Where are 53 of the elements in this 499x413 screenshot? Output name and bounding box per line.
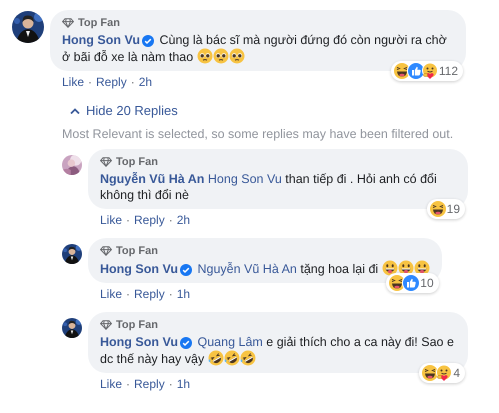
separator-dot: · [126,213,130,227]
author-name[interactable]: Nguyễn Vũ Hà An [100,172,204,186]
hugging-face-reaction-icon [420,62,439,80]
top-fan-label: Top Fan [116,318,158,330]
separator-dot: · [88,75,92,89]
diamond-icon [100,320,112,330]
action-link[interactable]: Reply [134,377,165,391]
action-link[interactable]: Like [100,287,122,301]
timestamp[interactable]: 2h [138,75,152,89]
separator-dot: · [168,377,173,391]
action-link[interactable]: Reply [96,75,127,89]
mention-link[interactable]: Quang Lâm [197,335,263,349]
filter-note: Most Relevant is selected, so some replies may have been filtered out. [62,127,454,141]
laughing-face-icon [240,350,256,366]
separator-dot: · [168,213,173,227]
timestamp[interactable]: 2h [176,213,190,227]
laughing-face-icon [208,350,224,366]
pleading-face-icon [196,48,213,64]
hide-replies-button[interactable]: Hide 20 Replies [70,103,178,118]
separator-dot: · [126,377,130,391]
action-link[interactable]: Like [100,213,122,227]
diamond-icon [100,246,112,256]
thumbs-up-reaction-icon [402,274,420,292]
action-link[interactable]: Like [62,75,84,89]
tongue-face-icon [382,260,398,276]
reaction-summary[interactable]: 4 [419,363,465,383]
top-fan-label: Top Fan [116,244,158,256]
separator-dot: · [168,287,173,301]
timestamp[interactable]: 1h [176,377,190,391]
author-name[interactable]: Hong Son Vu [62,33,140,47]
diamond-icon [100,156,112,166]
top-fan-label: Top Fan [116,156,158,168]
author-name[interactable]: Hong Son Vu [100,335,178,349]
mention-link[interactable]: Hong Son Vu [208,172,282,186]
reaction-summary[interactable]: 112 [390,61,463,81]
pleading-face-icon [212,48,229,64]
mention-link[interactable]: Nguyễn Vũ Hà An [197,262,297,276]
action-link[interactable]: Reply [134,213,165,227]
diamond-icon [62,18,74,28]
laughing-face-icon [224,350,240,366]
action-link[interactable]: Like [100,377,122,391]
thumbs-up-reaction-icon [406,62,425,80]
action-link[interactable]: Reply [134,287,165,301]
reaction-summary[interactable]: 10 [386,273,439,293]
laughing-reaction-icon [428,200,447,218]
hugging-face-reaction-icon [435,364,454,382]
separator-dot: · [126,287,130,301]
reaction-summary[interactable]: 19 [426,199,465,219]
top-fan-label: Top Fan [78,16,120,28]
timestamp[interactable]: 1h [176,287,190,301]
author-name[interactable]: Hong Son Vu [100,262,178,276]
pleading-face-icon [228,48,245,64]
separator-dot: · [130,75,135,89]
